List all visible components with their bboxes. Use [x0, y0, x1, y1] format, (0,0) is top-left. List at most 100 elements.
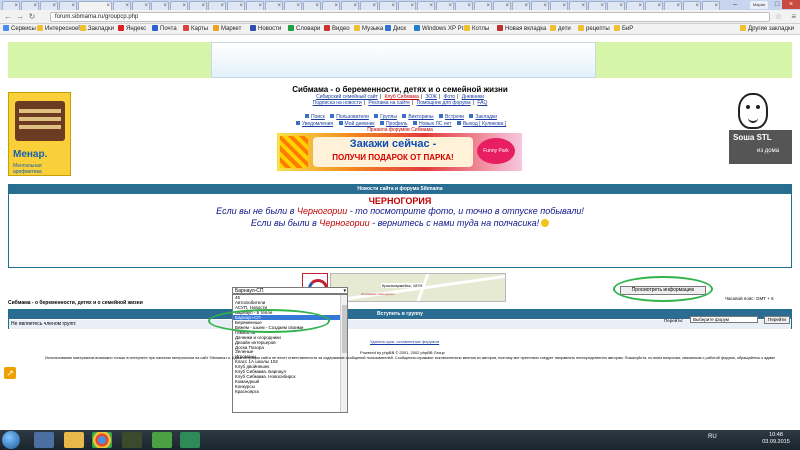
bookmark-item[interactable]: дети — [550, 25, 571, 34]
dropdown-option[interactable]: Красноярск — [233, 389, 347, 394]
browser-tab[interactable]: × — [664, 1, 682, 10]
bookmark-item[interactable]: Словари — [288, 25, 320, 34]
media-player-icon[interactable] — [34, 432, 54, 448]
close-tab-icon[interactable]: × — [334, 2, 338, 10]
nav-groups[interactable]: Группы — [380, 114, 397, 120]
bookmark-item[interactable]: Котлы — [464, 25, 489, 34]
dropdown-scrollbar[interactable] — [340, 295, 347, 412]
jump-button[interactable]: Перейти — [764, 316, 790, 324]
link-news-subscription[interactable]: Подписка на новости — [313, 100, 362, 106]
delete-cookies-link[interactable]: Удалить куки, оставленные форумом — [370, 339, 439, 344]
profile-button[interactable]: Мария — [750, 1, 768, 9]
close-tab-icon[interactable]: × — [106, 2, 110, 10]
funny-park-ad[interactable]: Закажи сейчас - ПОЛУЧИ ПОДАРОК ОТ ПАРКА!… — [277, 133, 522, 171]
close-tab-icon[interactable]: × — [562, 2, 566, 10]
browser-tab[interactable]: × — [417, 1, 435, 10]
close-tab-icon[interactable]: × — [524, 2, 528, 10]
minimize-icon[interactable]: – — [726, 0, 744, 9]
browser-tab[interactable]: × — [493, 1, 511, 10]
explorer-icon[interactable] — [64, 432, 84, 448]
browser-tab[interactable]: × — [284, 1, 302, 10]
close-tab-icon[interactable]: × — [239, 2, 243, 10]
bookmark-item[interactable]: Карты — [183, 25, 208, 34]
bookmark-item[interactable]: рецепты — [578, 25, 610, 34]
browser-tab[interactable]: × — [683, 1, 701, 10]
browser-tab[interactable]: × — [189, 1, 207, 10]
browser-tab[interactable]: × — [531, 1, 549, 10]
close-tab-icon[interactable]: × — [277, 2, 281, 10]
browser-tab[interactable]: × — [702, 1, 720, 10]
browser-tab[interactable]: × — [626, 1, 644, 10]
browser-tab[interactable]: × — [512, 1, 530, 10]
close-tab-icon[interactable]: × — [638, 2, 642, 10]
close-tab-icon[interactable]: × — [410, 2, 414, 10]
browser-tab[interactable]: × — [436, 1, 454, 10]
close-window-icon[interactable]: × — [782, 0, 800, 9]
bookmark-item[interactable]: Маркет — [213, 25, 241, 34]
browser-tab[interactable]: × — [360, 1, 378, 10]
group-select[interactable]: Барнаул-СП ▾ — [232, 287, 348, 294]
back-arrow-icon[interactable]: ← — [3, 12, 13, 22]
browser-tab[interactable]: × — [341, 1, 359, 10]
close-tab-icon[interactable]: × — [296, 2, 300, 10]
utorrent-icon[interactable] — [152, 432, 172, 448]
browser-tab[interactable]: × — [379, 1, 397, 10]
breadcrumb[interactable]: Сибмама - о беременности, детях и о семе… — [8, 300, 143, 306]
close-tab-icon[interactable]: × — [33, 2, 37, 10]
bookmark-item[interactable]: Новости — [250, 25, 281, 34]
top-ad-slot[interactable] — [211, 42, 596, 78]
browser-tab[interactable]: × — [303, 1, 321, 10]
browser-tab[interactable]: × — [40, 1, 58, 10]
nav-quizzes[interactable]: Викторины — [408, 114, 433, 120]
address-input[interactable]: forum.sibmama.ru/groupcp.php — [50, 12, 770, 22]
browser-tab[interactable]: × — [265, 1, 283, 10]
news-title[interactable]: ЧЕРНОГОРИЯ — [9, 196, 791, 206]
browser-tab[interactable]: × — [208, 1, 226, 10]
nav-bookmarks[interactable]: Закладки — [475, 114, 497, 120]
close-tab-icon[interactable]: × — [676, 2, 680, 10]
close-tab-icon[interactable]: × — [71, 2, 75, 10]
close-tab-icon[interactable]: × — [14, 2, 18, 10]
close-tab-icon[interactable]: × — [315, 2, 319, 10]
close-tab-icon[interactable]: × — [448, 2, 452, 10]
bookmark-item[interactable]: Музыка — [354, 25, 383, 34]
browser-tab[interactable]: × — [588, 1, 606, 10]
bookmark-item[interactable]: Яндекс — [118, 25, 146, 34]
close-tab-icon[interactable]: × — [144, 2, 148, 10]
close-tab-icon[interactable]: × — [220, 2, 224, 10]
close-tab-icon[interactable]: × — [695, 2, 699, 10]
nav-search[interactable]: Поиск — [311, 114, 325, 120]
link-faq[interactable]: FAQ — [477, 100, 487, 106]
expand-arrow-icon[interactable]: ↗ — [4, 367, 16, 379]
browser-tab[interactable]: × — [59, 1, 77, 10]
browser-tab[interactable]: × — [550, 1, 568, 10]
close-tab-icon[interactable]: × — [182, 2, 186, 10]
browser-tab[interactable]: × — [21, 1, 39, 10]
browser-tab[interactable]: × — [2, 1, 20, 10]
bookmark-item[interactable]: Видео — [324, 25, 350, 34]
close-tab-icon[interactable]: × — [543, 2, 547, 10]
browser-tab[interactable]: × — [132, 1, 150, 10]
browser-tab[interactable]: × — [645, 1, 663, 10]
nav-meetings[interactable]: Встречи — [445, 114, 464, 120]
browser-tab[interactable]: × — [322, 1, 340, 10]
close-tab-icon[interactable]: × — [486, 2, 490, 10]
browser-tab[interactable]: × — [569, 1, 587, 10]
bookmark-item[interactable]: Windows XP Pr... — [414, 25, 468, 34]
close-tab-icon[interactable]: × — [391, 2, 395, 10]
news-line-1[interactable]: Если вы не были в Черногории - то посмот… — [9, 206, 791, 216]
menar-ad[interactable]: Менар. Ментальная арифметика — [8, 92, 71, 176]
browser-menu-icon[interactable]: ≡ — [791, 12, 796, 22]
close-tab-icon[interactable]: × — [600, 2, 604, 10]
close-tab-icon[interactable]: × — [125, 2, 129, 10]
close-tab-icon[interactable]: × — [581, 2, 585, 10]
bookmark-item[interactable]: Почта — [152, 25, 177, 34]
link-advertising[interactable]: Реклама на сайте — [368, 100, 409, 106]
bookmark-item[interactable]: Сервисы — [3, 25, 36, 34]
bookmark-item[interactable]: Новая вкладка — [497, 25, 546, 34]
scrollbar-thumb[interactable] — [342, 305, 347, 353]
close-tab-icon[interactable]: × — [163, 2, 167, 10]
browser-tab[interactable]: × — [227, 1, 245, 10]
close-tab-icon[interactable]: × — [201, 2, 205, 10]
browser-tab[interactable]: × — [607, 1, 625, 10]
